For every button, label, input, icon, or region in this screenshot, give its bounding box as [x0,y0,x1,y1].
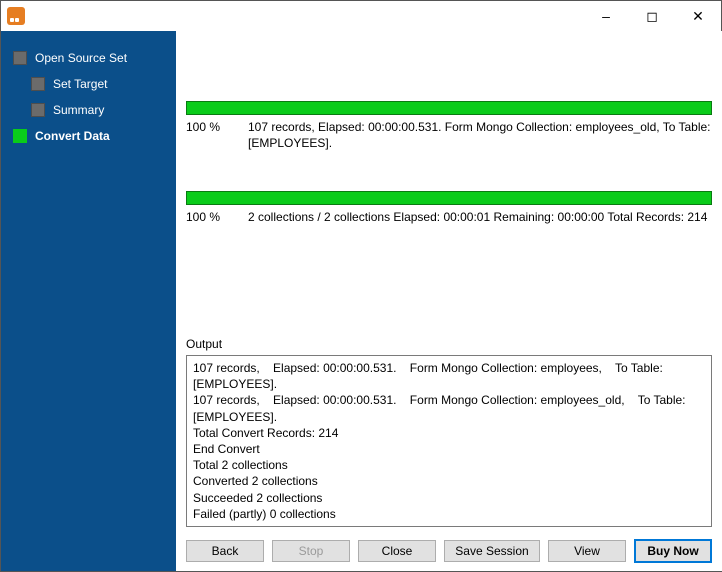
step-status-icon [31,103,45,117]
step-status-icon [13,129,27,143]
close-window-button[interactable]: ✕ [675,1,721,31]
nav-summary[interactable]: Summary [1,97,176,123]
button-row: Back Stop Close Save Session View Buy No… [186,531,712,563]
view-button[interactable]: View [548,540,626,562]
content-pane: 100 % 107 records, Elapsed: 00:00:00.531… [176,31,722,571]
minimize-button[interactable]: – [583,1,629,31]
task-progress-bar [186,101,712,115]
nav-label: Convert Data [35,129,110,143]
step-status-icon [13,51,27,65]
task-progress-text: 107 records, Elapsed: 00:00:00.531. Form… [248,119,712,151]
nav-set-target[interactable]: Set Target [1,71,176,97]
step-status-icon [31,77,45,91]
app-icon [7,7,25,25]
wizard-sidebar: Open Source Set Set Target Summary Conve… [1,31,176,571]
buy-now-button[interactable]: Buy Now [634,539,712,563]
titlebar: – ◻ ✕ [1,1,721,31]
nav-label: Set Target [53,77,107,91]
close-button[interactable]: Close [358,540,436,562]
overall-progress-percent: 100 % [186,209,248,225]
output-log[interactable]: 107 records, Elapsed: 00:00:00.531. Form… [186,355,712,527]
save-session-button[interactable]: Save Session [444,540,540,562]
stop-button: Stop [272,540,350,562]
nav-open-source-set[interactable]: Open Source Set [1,45,176,71]
overall-progress-text: 2 collections / 2 collections Elapsed: 0… [248,209,712,225]
back-button[interactable]: Back [186,540,264,562]
maximize-button[interactable]: ◻ [629,1,675,31]
nav-convert-data[interactable]: Convert Data [1,123,176,149]
window-controls: – ◻ ✕ [583,1,721,31]
nav-label: Summary [53,103,104,117]
task-progress-percent: 100 % [186,119,248,151]
nav-label: Open Source Set [35,51,127,65]
output-label: Output [186,337,712,351]
overall-progress-bar [186,191,712,205]
